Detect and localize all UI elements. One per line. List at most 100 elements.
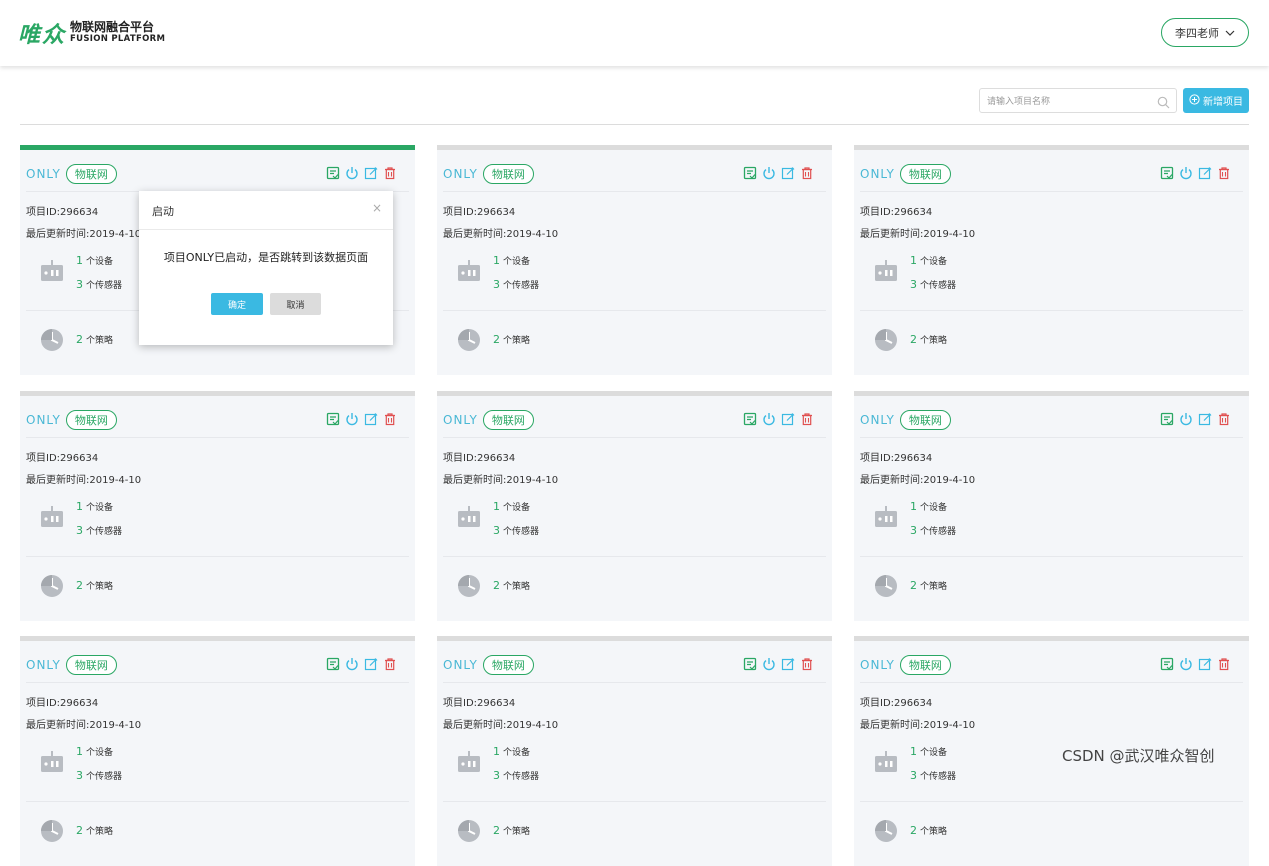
device-count-value: 1 <box>76 500 83 513</box>
user-menu-button[interactable]: 李四老师 <box>1161 18 1249 47</box>
power-icon[interactable] <box>1179 657 1195 673</box>
last-updated: 最后更新时间:2019-4-10 <box>26 720 142 731</box>
project-id: 项目ID:296634 <box>860 207 933 218</box>
policy-count-label: 个策略 <box>86 582 114 592</box>
data-page-icon[interactable] <box>1160 657 1176 673</box>
device-count-value: 1 <box>910 500 917 513</box>
project-type-tag: 物联网 <box>65 655 117 675</box>
sensor-count: 3 个传感器 <box>76 524 122 537</box>
sensor-count: 3 个传感器 <box>910 524 956 537</box>
card-divider <box>860 801 1243 802</box>
project-id: 项目ID:296634 <box>443 207 516 218</box>
edit-icon[interactable] <box>781 657 797 673</box>
data-page-icon[interactable] <box>743 412 759 428</box>
sensor-count: 3 个传感器 <box>493 278 539 291</box>
edit-icon[interactable] <box>364 166 380 182</box>
data-page-icon[interactable] <box>1160 166 1176 182</box>
card-divider <box>26 437 409 438</box>
edit-icon[interactable] <box>1198 166 1214 182</box>
data-page-icon[interactable] <box>743 166 759 182</box>
sensor-count-label: 个传感器 <box>86 281 123 291</box>
search-input[interactable] <box>980 90 1145 114</box>
card-actions <box>743 412 816 428</box>
data-page-icon[interactable] <box>743 657 759 673</box>
add-project-label: 新增项目 <box>1203 97 1243 108</box>
close-icon[interactable]: × <box>372 201 382 215</box>
policy-count-label: 个策略 <box>920 336 948 346</box>
power-icon[interactable] <box>1179 166 1195 182</box>
edit-icon[interactable] <box>781 412 797 428</box>
data-page-icon[interactable] <box>326 166 342 182</box>
confirm-button[interactable]: 确定 <box>211 293 263 315</box>
sensor-count-label: 个传感器 <box>920 527 957 537</box>
delete-icon[interactable] <box>1217 166 1233 182</box>
project-card[interactable]: ONLY 物联网 项目ID:296634 最后更新时间:2019-4-10 1 个设备 3 个… <box>20 391 415 621</box>
project-name: ONLY <box>860 413 895 427</box>
power-icon[interactable] <box>762 657 778 673</box>
delete-icon[interactable] <box>800 412 816 428</box>
search-icon[interactable] <box>1157 94 1170 113</box>
device-count-label: 个设备 <box>920 503 948 513</box>
delete-icon[interactable] <box>1217 412 1233 428</box>
project-card[interactable]: ONLY 物联网 项目ID:296634 最后更新时间:2019-4-10 1 个设备 3 个… <box>854 145 1249 375</box>
project-card[interactable]: ONLY 物联网 项目ID:296634 最后更新时间:2019-4-10 1 个设备 3 个… <box>20 636 415 866</box>
device-count-label: 个设备 <box>503 257 531 267</box>
cancel-button[interactable]: 取消 <box>270 293 321 315</box>
policy-count-value: 2 <box>910 824 917 837</box>
delete-icon[interactable] <box>383 657 399 673</box>
project-type-tag: 物联网 <box>65 164 117 184</box>
delete-icon[interactable] <box>383 412 399 428</box>
delete-icon[interactable] <box>1217 657 1233 673</box>
power-icon[interactable] <box>762 166 778 182</box>
edit-icon[interactable] <box>1198 657 1214 673</box>
data-page-icon[interactable] <box>1160 412 1176 428</box>
power-icon[interactable] <box>1179 412 1195 428</box>
card-actions <box>326 412 399 428</box>
policy-count-label: 个策略 <box>86 336 114 346</box>
card-header: ONLY 物联网 <box>860 160 1243 188</box>
power-icon[interactable] <box>345 166 361 182</box>
user-name: 李四老师 <box>1175 26 1219 40</box>
power-icon[interactable] <box>345 412 361 428</box>
delete-icon[interactable] <box>800 657 816 673</box>
project-id: 项目ID:296634 <box>860 698 933 709</box>
policy-icon <box>874 328 898 356</box>
project-card[interactable]: ONLY 物联网 项目ID:296634 最后更新时间:2019-4-10 1 个设备 3 个… <box>437 145 832 375</box>
power-icon[interactable] <box>762 412 778 428</box>
delete-icon[interactable] <box>383 166 399 182</box>
dialog-message: 项目ONLY已启动，是否跳转到该数据页面 <box>163 251 369 264</box>
project-name: ONLY <box>26 658 61 672</box>
edit-icon[interactable] <box>364 412 380 428</box>
edit-icon[interactable] <box>364 657 380 673</box>
card-header: ONLY 物联网 <box>443 651 826 679</box>
project-id: 项目ID:296634 <box>26 207 99 218</box>
device-count-value: 1 <box>76 254 83 267</box>
project-id: 项目ID:296634 <box>26 698 99 709</box>
policy-count: 2 个策略 <box>493 333 530 346</box>
edit-icon[interactable] <box>781 166 797 182</box>
sensor-count-value: 3 <box>493 524 500 537</box>
logo-text: 物联网融合平台 FUSION PLATFORM <box>70 21 165 45</box>
start-confirm-dialog: 启动 × 项目ONLY已启动，是否跳转到该数据页面 确定 取消 <box>139 191 393 345</box>
device-count-label: 个设备 <box>503 503 531 513</box>
project-name: ONLY <box>443 658 478 672</box>
project-type-tag: 物联网 <box>899 655 951 675</box>
device-count-value: 1 <box>910 745 917 758</box>
add-project-button[interactable]: 新增项目 <box>1183 88 1249 113</box>
project-card[interactable]: ONLY 物联网 项目ID:296634 最后更新时间:2019-4-10 1 个设备 3 个… <box>854 391 1249 621</box>
sensor-count-label: 个传感器 <box>920 281 957 291</box>
project-name: ONLY <box>860 658 895 672</box>
data-page-icon[interactable] <box>326 657 342 673</box>
delete-icon[interactable] <box>800 166 816 182</box>
power-icon[interactable] <box>345 657 361 673</box>
last-updated: 最后更新时间:2019-4-10 <box>443 475 559 486</box>
device-count-label: 个设备 <box>503 748 531 758</box>
project-card[interactable]: ONLY 物联网 项目ID:296634 最后更新时间:2019-4-10 1 个设备 3 个… <box>437 636 832 866</box>
device-count: 1 个设备 <box>76 745 113 758</box>
project-card[interactable]: ONLY 物联网 项目ID:296634 最后更新时间:2019-4-10 1 个设备 3 个… <box>437 391 832 621</box>
data-page-icon[interactable] <box>326 412 342 428</box>
dialog-divider <box>139 229 393 230</box>
project-type-tag: 物联网 <box>482 410 534 430</box>
device-count-value: 1 <box>493 500 500 513</box>
edit-icon[interactable] <box>1198 412 1214 428</box>
